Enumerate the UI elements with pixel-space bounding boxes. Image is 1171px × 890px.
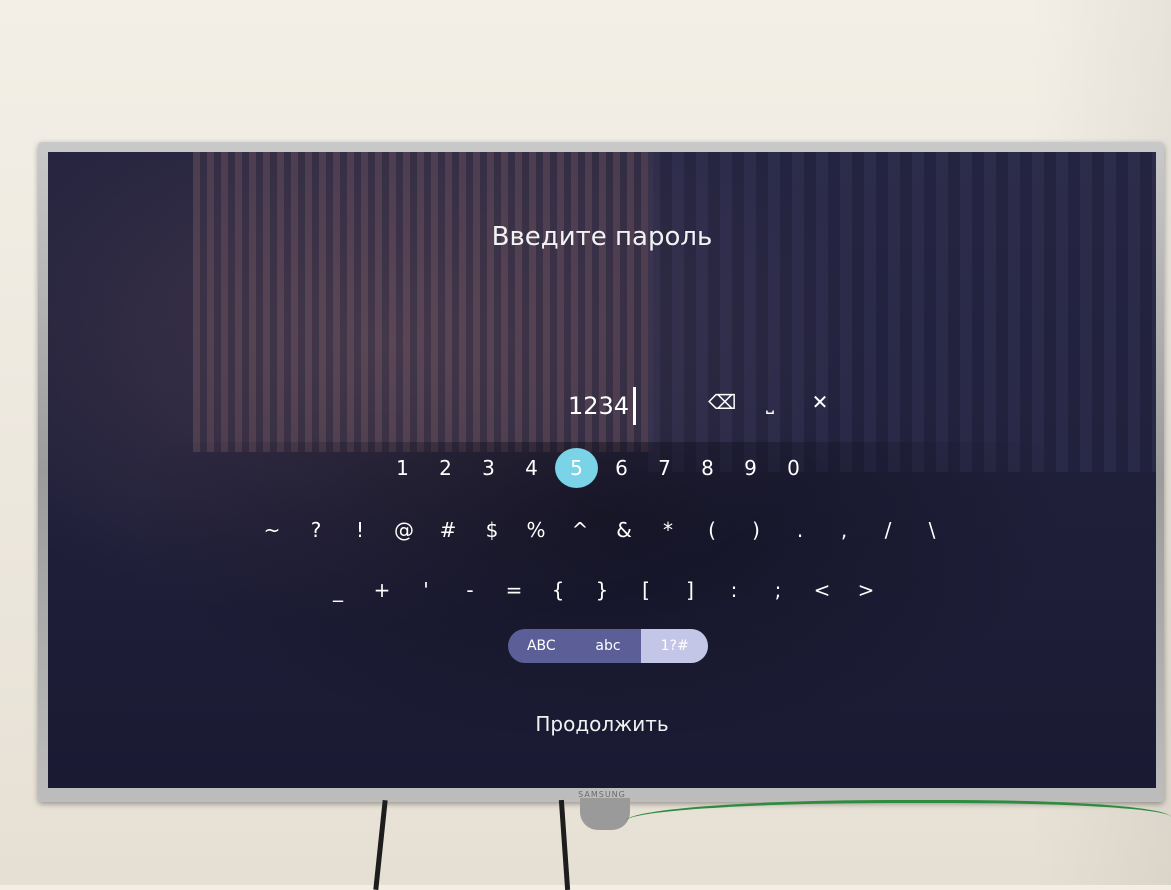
close-icon[interactable]: ✕ (808, 390, 832, 414)
key[interactable]: > (844, 570, 888, 610)
backspace-icon[interactable]: ⌫ (708, 390, 736, 414)
reflection-wall (648, 152, 1156, 472)
key[interactable]: ; (756, 570, 800, 610)
key[interactable]: 1 (381, 448, 424, 488)
key[interactable]: * (646, 510, 690, 550)
mode-lowercase[interactable]: abc (575, 629, 642, 663)
key[interactable]: # (426, 510, 470, 550)
cable (558, 799, 571, 890)
key[interactable]: 5 (555, 448, 598, 488)
tv-screen: Введите пароль 1234 ⌫ ⎵ ✕ 1234567890 ~?!… (48, 152, 1156, 788)
password-title: Введите пароль (491, 222, 713, 252)
key[interactable]: . (778, 510, 822, 550)
key[interactable]: / (866, 510, 910, 550)
key[interactable]: ~ (250, 510, 294, 550)
keyboard-row-symbols-2: _ + ' - ={}[]:; < > (48, 570, 1156, 610)
green-cable (625, 800, 1171, 843)
key[interactable]: = (492, 570, 536, 610)
password-value: 1234 (568, 392, 630, 420)
key[interactable]: ! (338, 510, 382, 550)
mode-uppercase[interactable]: ABC (508, 629, 575, 663)
keyboard-row-symbols-1: ~?! @ # $% ^ & *()., / \ (48, 510, 1156, 550)
mode-symbols[interactable]: 1?# (641, 629, 708, 663)
input-actions: ⌫ ⎵ ✕ (708, 390, 832, 414)
tv-stand (580, 798, 630, 830)
password-input[interactable]: 1234 (568, 386, 637, 426)
key[interactable]: ? (294, 510, 338, 550)
key[interactable]: ' (404, 570, 448, 610)
key[interactable]: @ (382, 510, 426, 550)
key[interactable]: - (448, 570, 492, 610)
key[interactable]: ] (668, 570, 712, 610)
key[interactable]: : (712, 570, 756, 610)
space-icon[interactable]: ⎵ (758, 390, 782, 414)
key[interactable]: } (580, 570, 624, 610)
key[interactable]: 6 (600, 448, 643, 488)
keyboard-row-digits: 1234567890 (48, 448, 1152, 488)
key[interactable]: 9 (729, 448, 772, 488)
keyboard-mode-toggle: ABC abc 1?# (508, 629, 708, 663)
cable (373, 799, 388, 890)
key[interactable]: < (800, 570, 844, 610)
key[interactable]: ^ (558, 510, 602, 550)
key[interactable]: \ (910, 510, 954, 550)
key[interactable]: 0 (772, 448, 815, 488)
key[interactable]: 2 (424, 448, 467, 488)
key[interactable]: % (514, 510, 558, 550)
text-caret (633, 387, 637, 425)
key[interactable]: 7 (643, 448, 686, 488)
reflection-room (48, 442, 1156, 788)
key[interactable]: 3 (467, 448, 510, 488)
key[interactable]: ( (690, 510, 734, 550)
key[interactable]: 8 (686, 448, 729, 488)
key[interactable]: ) (734, 510, 778, 550)
key[interactable]: { (536, 570, 580, 610)
key[interactable]: + (360, 570, 404, 610)
key[interactable]: 4 (510, 448, 553, 488)
key[interactable]: & (602, 510, 646, 550)
key[interactable]: _ (316, 570, 360, 610)
key[interactable]: [ (624, 570, 668, 610)
key[interactable]: , (822, 510, 866, 550)
continue-button[interactable]: Продолжить (48, 712, 1156, 736)
key[interactable]: $ (470, 510, 514, 550)
